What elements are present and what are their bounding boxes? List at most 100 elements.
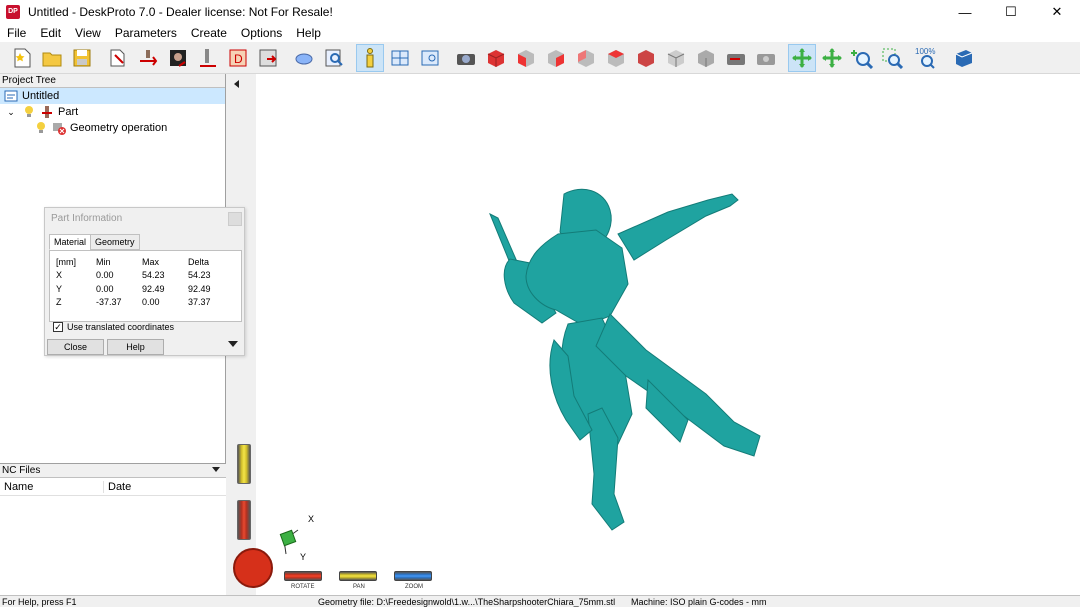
- menu-options[interactable]: Options: [234, 26, 289, 40]
- zoom-label: ZOOM: [405, 584, 423, 590]
- part-information-dialog: Part Information Material Geometry [mm] …: [44, 207, 245, 356]
- translated-coordinates-checkbox[interactable]: ✓: [53, 322, 63, 332]
- dimensions-table: [mm] Min Max Delta X 0.00 54.23 54.23 Y …: [49, 250, 242, 322]
- tree-item-part[interactable]: ⌄ Part: [0, 104, 225, 120]
- geometry-operation-icon: [52, 121, 66, 135]
- zoom-mode-icon[interactable]: [848, 44, 876, 72]
- 3d-viewport[interactable]: X Y ROTATE PAN ZOOM: [228, 74, 1080, 595]
- svg-text:D: D: [234, 52, 243, 66]
- project-tree-header: Project Tree: [0, 74, 225, 88]
- dialog-title: Part Information: [51, 213, 123, 224]
- expand-arrow-icon[interactable]: [228, 341, 238, 347]
- save-nc-icon[interactable]: [254, 44, 282, 72]
- table-row: Y 0.00 92.49 92.49: [56, 283, 211, 294]
- table-row: Z -37.37 0.00 37.37: [56, 297, 211, 308]
- tree-item-geometry-operation[interactable]: Geometry operation: [0, 120, 225, 136]
- help-button[interactable]: Help: [107, 339, 164, 355]
- axis-triad: X Y: [279, 514, 314, 560]
- status-help: For Help, press F1: [2, 597, 77, 607]
- menu-help[interactable]: Help: [289, 26, 328, 40]
- close-button[interactable]: ✕: [1034, 0, 1080, 24]
- axis-y-label: Y: [300, 552, 306, 560]
- part-icon: [40, 105, 54, 119]
- axis-x-label: X: [308, 514, 314, 524]
- nc-files-panel: NC Files Name Date: [0, 463, 226, 595]
- window-title: Untitled - DeskProto 7.0 - Dealer licens…: [28, 5, 333, 19]
- info-icon[interactable]: [356, 43, 384, 72]
- rotate-label: ROTATE: [291, 584, 315, 590]
- nc-files-columns: Name Date: [0, 478, 226, 496]
- tree-label-untitled: Untitled: [22, 90, 60, 102]
- lightbulb-icon[interactable]: [22, 105, 36, 119]
- image-wizard-icon[interactable]: [164, 44, 192, 72]
- layout-icon[interactable]: [386, 44, 414, 72]
- menu-view[interactable]: View: [68, 26, 108, 40]
- new-file-icon[interactable]: [8, 44, 36, 72]
- chevron-down-icon[interactable]: ⌄: [4, 105, 18, 119]
- wizard-icon[interactable]: [104, 44, 132, 72]
- column-header-name[interactable]: Name: [0, 480, 104, 493]
- save-icon[interactable]: [68, 44, 96, 72]
- drawing-icon[interactable]: D: [224, 44, 252, 72]
- lightbulb-icon[interactable]: [34, 121, 48, 135]
- title-bar: DP Untitled - DeskProto 7.0 - Dealer lic…: [0, 0, 1080, 24]
- zoom-dial[interactable]: [394, 571, 432, 581]
- column-header-date[interactable]: Date: [104, 481, 131, 493]
- view-bottom-icon[interactable]: [692, 44, 720, 72]
- tab-material[interactable]: Material: [49, 234, 92, 250]
- translated-coordinates-option[interactable]: ✓ Use translated coordinates: [53, 322, 174, 332]
- status-bar: For Help, press F1 Geometry file: D:\Fre…: [0, 595, 1080, 607]
- minimize-button[interactable]: —: [942, 0, 988, 24]
- menu-edit[interactable]: Edit: [33, 26, 68, 40]
- zoom-window-icon[interactable]: [878, 44, 906, 72]
- camera-icon[interactable]: [452, 44, 480, 72]
- zoom-100-icon[interactable]: 100%: [914, 44, 942, 72]
- open-folder-icon[interactable]: [38, 44, 66, 72]
- menu-parameters[interactable]: Parameters: [108, 26, 184, 40]
- inspect-icon[interactable]: [320, 44, 348, 72]
- view-iso-icon[interactable]: [662, 44, 690, 72]
- maximize-button[interactable]: ☐: [988, 0, 1034, 24]
- toolbar: D 100%: [0, 42, 1080, 74]
- view-left-icon[interactable]: [602, 44, 630, 72]
- view-cube-icon[interactable]: [482, 44, 510, 72]
- app-logo-icon: DP: [6, 5, 20, 19]
- tree-label-part: Part: [58, 106, 79, 118]
- rotate-dial[interactable]: [284, 571, 322, 581]
- menu-file[interactable]: File: [0, 26, 33, 40]
- cam-wizard-icon[interactable]: [194, 44, 222, 72]
- nc-files-title: NC Files: [2, 465, 41, 476]
- layout2-icon[interactable]: [416, 44, 444, 72]
- tab-geometry[interactable]: Geometry: [90, 234, 140, 250]
- menu-bar: File Edit View Parameters Create Options…: [0, 24, 1080, 42]
- part-wizard-icon[interactable]: [134, 44, 162, 72]
- view-right-icon[interactable]: [542, 44, 570, 72]
- rotate-mode-icon[interactable]: [788, 43, 816, 72]
- view-front-icon[interactable]: [512, 44, 540, 72]
- nc-files-header: NC Files: [0, 464, 226, 478]
- translated-coordinates-label: Use translated coordinates: [67, 322, 175, 332]
- chevron-down-icon[interactable]: [212, 467, 220, 472]
- select-icon[interactable]: [290, 44, 318, 72]
- view-back-icon[interactable]: [572, 44, 600, 72]
- dialog-tabs: Material Geometry: [49, 234, 140, 250]
- menu-create[interactable]: Create: [184, 26, 234, 40]
- pan-label: PAN: [353, 584, 365, 590]
- table-row: X 0.00 54.23 54.23: [56, 270, 211, 281]
- close-dialog-button[interactable]: Close: [47, 339, 104, 355]
- tree-item-untitled[interactable]: Untitled: [0, 88, 225, 104]
- pan-mode-icon[interactable]: [818, 44, 846, 72]
- book-icon[interactable]: [950, 44, 978, 72]
- camera-pan-icon[interactable]: [752, 44, 780, 72]
- 3d-model: [489, 188, 761, 531]
- tree-label-geometry-operation: Geometry operation: [70, 122, 168, 134]
- status-machine: Machine: ISO plain G-codes - mm: [631, 597, 767, 607]
- view-top-icon[interactable]: [632, 44, 660, 72]
- table-header-row: [mm] Min Max Delta: [56, 256, 210, 267]
- dialog-close-icon[interactable]: [228, 212, 242, 226]
- camera-reset-icon[interactable]: [722, 44, 750, 72]
- zoom-badge: 100%: [915, 47, 935, 56]
- pan-dial[interactable]: [339, 571, 377, 581]
- project-icon: [4, 89, 18, 103]
- status-geometry-file: Geometry file: D:\Freedesignwold\1.w...\…: [318, 597, 616, 607]
